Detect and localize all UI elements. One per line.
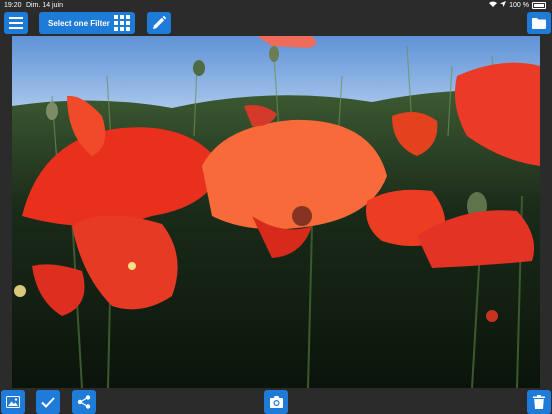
share-icon bbox=[77, 395, 91, 409]
select-filter-label: Select one Filter bbox=[48, 18, 110, 28]
open-folder-button[interactable] bbox=[527, 12, 551, 34]
camera-icon bbox=[269, 396, 284, 408]
gallery-button[interactable] bbox=[1, 390, 25, 414]
select-filter-button[interactable]: Select one Filter bbox=[39, 12, 135, 34]
pencil-icon bbox=[152, 16, 166, 30]
image-icon bbox=[6, 396, 20, 408]
wifi-icon bbox=[489, 0, 498, 11]
hamburger-menu-icon bbox=[9, 17, 23, 29]
battery-percent: 100 % bbox=[509, 2, 529, 9]
battery-icon bbox=[532, 2, 546, 9]
menu-button[interactable] bbox=[4, 12, 28, 34]
status-time: 19:20 bbox=[4, 2, 22, 9]
grid-icon bbox=[114, 15, 130, 31]
apply-button[interactable] bbox=[36, 390, 60, 414]
status-right-group: 100 % bbox=[489, 0, 546, 11]
status-date: Dim. 14 juin bbox=[26, 2, 63, 9]
status-bar: 19:20 Dim. 14 juin 100 % bbox=[0, 0, 552, 11]
trash-icon bbox=[533, 395, 545, 409]
edit-button[interactable] bbox=[147, 12, 171, 34]
location-icon bbox=[500, 0, 507, 11]
folder-icon bbox=[532, 17, 546, 29]
delete-button[interactable] bbox=[527, 390, 551, 414]
camera-button[interactable] bbox=[264, 390, 288, 414]
poppy-photo-image bbox=[12, 36, 540, 388]
checkmark-icon bbox=[41, 396, 55, 408]
photo-canvas[interactable] bbox=[12, 36, 540, 388]
share-button[interactable] bbox=[72, 390, 96, 414]
